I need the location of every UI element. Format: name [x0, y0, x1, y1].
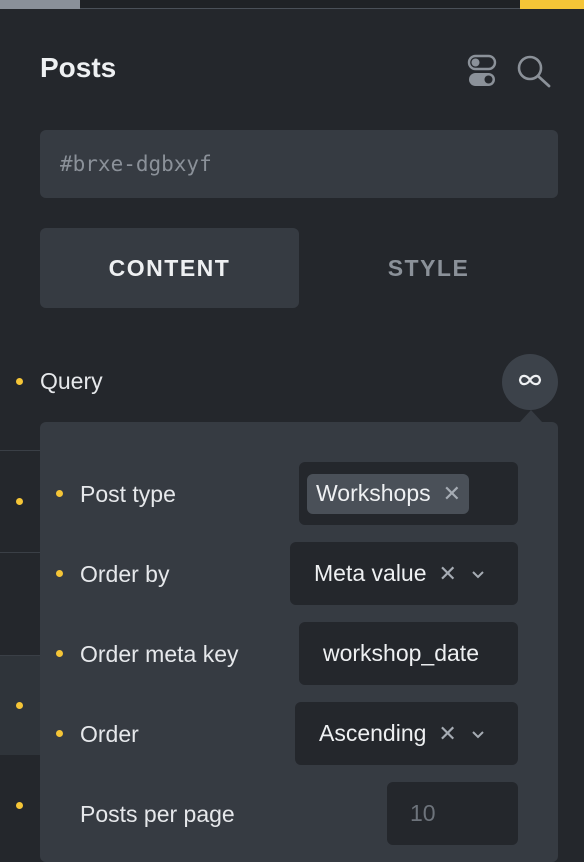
- clear-icon[interactable]: ✕: [439, 561, 457, 587]
- order-by-dot: [56, 570, 63, 577]
- post-type-chip: Workshops ✕: [307, 473, 470, 514]
- order-by-label: Order by: [80, 561, 170, 587]
- top-bar-accent-segment: [520, 0, 584, 9]
- panel-title: Posts: [40, 52, 117, 83]
- divider: [0, 655, 40, 656]
- element-id-placeholder: #brxe-dgbxyf: [60, 152, 212, 176]
- order-value: Ascending: [319, 720, 427, 746]
- tab-style-label: STYLE: [387, 254, 470, 281]
- post-type-value: Workshops: [316, 480, 431, 506]
- control-modified-dot: [16, 702, 23, 709]
- tab-style[interactable]: STYLE: [299, 228, 558, 308]
- clear-icon[interactable]: ✕: [438, 721, 456, 747]
- top-bar-segment: [0, 0, 80, 9]
- order-meta-key-label: Order meta key: [80, 641, 239, 667]
- order-meta-key-dot: [56, 650, 63, 657]
- divider: [0, 552, 40, 553]
- order-select[interactable]: Ascending ✕: [295, 702, 518, 765]
- remove-icon[interactable]: ✕: [443, 481, 461, 507]
- search-icon[interactable]: [516, 54, 552, 88]
- infinity-icon: [517, 372, 543, 393]
- element-id-field[interactable]: #brxe-dgbxyf: [40, 130, 558, 198]
- post-type-label: Post type: [80, 481, 176, 507]
- popover-caret: [520, 410, 542, 422]
- order-meta-key-input[interactable]: workshop_date: [299, 622, 518, 685]
- query-modified-dot: [16, 378, 23, 385]
- query-label: Query: [40, 368, 103, 394]
- toggle-icon[interactable]: [466, 54, 498, 88]
- chevron-down-icon: [471, 569, 485, 579]
- post-type-select[interactable]: Workshops ✕: [299, 462, 518, 525]
- order-dot: [56, 730, 63, 737]
- post-type-dot: [56, 490, 63, 497]
- control-modified-dot: [16, 498, 23, 505]
- order-by-value: Meta value: [314, 560, 427, 586]
- tab-content-label: CONTENT: [108, 254, 231, 281]
- order-meta-key-value: workshop_date: [323, 640, 479, 666]
- order-label: Order: [80, 721, 139, 747]
- posts-per-page-input[interactable]: 10: [387, 782, 518, 845]
- query-loop-button[interactable]: [502, 354, 558, 410]
- control-modified-dot: [16, 802, 23, 809]
- query-popover: Post type Workshops ✕ Order by Meta valu…: [40, 422, 558, 862]
- top-bar-divider: [80, 8, 520, 9]
- order-by-select[interactable]: Meta value ✕: [290, 542, 518, 605]
- tab-content[interactable]: CONTENT: [40, 228, 299, 308]
- posts-per-page-label: Posts per page: [80, 801, 235, 827]
- chevron-down-icon: [471, 729, 485, 739]
- divider: [0, 450, 40, 451]
- posts-per-page-placeholder: 10: [410, 800, 436, 826]
